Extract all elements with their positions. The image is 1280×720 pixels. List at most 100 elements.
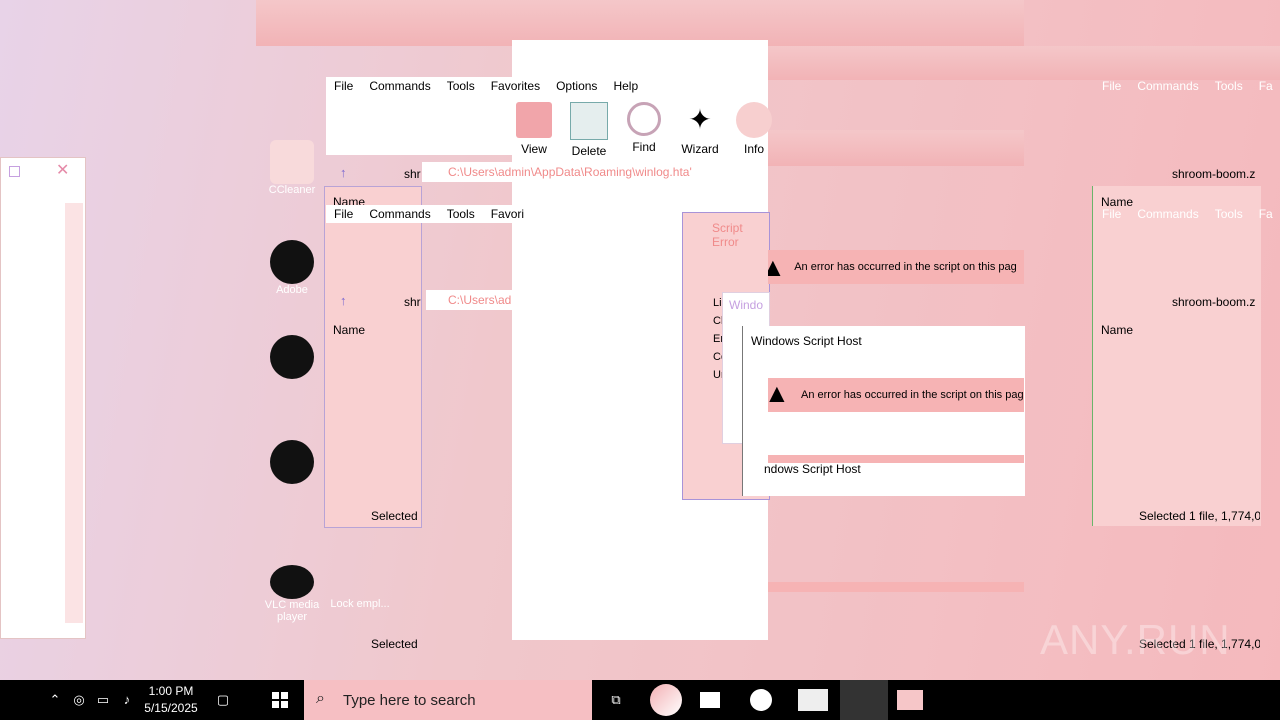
scrollbar[interactable] xyxy=(65,203,83,623)
menu-help[interactable]: Help xyxy=(605,77,646,95)
menu-file[interactable]: File xyxy=(326,205,361,223)
menu-bar-echo: File Commands Tools Favori xyxy=(326,205,524,223)
desktop-icon-adobe[interactable]: Adobe xyxy=(262,240,322,296)
menu-bar: File Commands Tools Favorites Options He… xyxy=(326,77,768,95)
ethernet-icon[interactable]: ▭ xyxy=(95,692,111,708)
column-name-header[interactable]: Name xyxy=(333,323,365,337)
file-explorer-icon[interactable] xyxy=(700,692,720,708)
menu-tools[interactable]: Tools xyxy=(1207,205,1251,223)
file-name-right: shroom-boom.z xyxy=(1172,295,1256,309)
clock[interactable]: 1:00 PM 5/15/2025 xyxy=(140,683,202,717)
desktop-icon-app[interactable] xyxy=(262,335,322,379)
chevron-up-icon[interactable]: ⌃ xyxy=(47,692,63,708)
task-view-icon[interactable]: ⧉ xyxy=(608,692,624,708)
desktop-icon-lock[interactable]: Lock empl... xyxy=(330,598,390,610)
windows-logo-icon xyxy=(272,692,288,708)
menu-file[interactable]: File xyxy=(1094,77,1129,95)
status-bar: Selected 1 xyxy=(326,509,420,523)
folder-taskbar-icon[interactable] xyxy=(840,680,888,720)
warning-icon: ▲ xyxy=(764,378,790,408)
desktop-icon-label: VLC media player xyxy=(264,599,320,623)
maximize-icon[interactable] xyxy=(9,166,20,177)
toolbar-info-button[interactable]: Info xyxy=(730,102,778,156)
toolbar-find-button[interactable]: Find xyxy=(620,102,668,154)
menu-favorites[interactable]: Favorites xyxy=(483,77,548,95)
adobe-icon xyxy=(270,240,314,284)
up-folder-icon[interactable]: ↑ xyxy=(340,293,347,308)
address-path: C:\Users\admin\AppData\Roaming\winlog.ht… xyxy=(448,165,692,179)
address-bar[interactable]: C:\Users\admin\AppData\Roaming\winlog.ht… xyxy=(422,162,768,182)
menu-file[interactable]: File xyxy=(1094,205,1129,223)
toolbar-label: View xyxy=(521,142,547,156)
background-tile xyxy=(768,46,1280,80)
status-text: Selected 1 xyxy=(371,509,420,523)
app-icon xyxy=(270,335,314,379)
toolbar-delete-button[interactable]: Delete xyxy=(565,102,613,158)
app-icon[interactable] xyxy=(750,689,772,711)
menu-file[interactable]: File xyxy=(326,77,361,95)
menu-tools[interactable]: Tools xyxy=(1207,77,1251,95)
toolbar-label: Wizard xyxy=(681,142,719,156)
file-name-short: shr xyxy=(404,167,421,181)
menu-favorites[interactable]: Fa xyxy=(1251,205,1280,223)
menu-commands[interactable]: Commands xyxy=(361,205,438,223)
status-bar-right: Selected 1 file, 1,774,08 xyxy=(1094,509,1260,523)
toolbar-wizard-button[interactable]: ✦ Wizard xyxy=(676,102,724,156)
menu-commands[interactable]: Commands xyxy=(1129,77,1206,95)
toolbar-view-button[interactable]: View xyxy=(510,102,558,156)
file-pane-right xyxy=(1092,186,1261,526)
clock-date: 5/15/2025 xyxy=(144,701,198,715)
column-name-header[interactable]: Name xyxy=(1101,323,1133,337)
menu-tools[interactable]: Tools xyxy=(439,77,483,95)
menu-favorites[interactable]: Favori xyxy=(483,205,532,223)
search-box[interactable]: ⌕ Type here to search xyxy=(304,680,592,720)
magnifier-icon xyxy=(627,102,661,136)
file-pane-left xyxy=(324,186,422,528)
error-banner: An error has occurred in the script on t… xyxy=(768,378,1024,412)
dialog-title: Windows Script Host xyxy=(751,334,862,348)
background-tile xyxy=(768,130,1024,166)
volume-icon[interactable]: ♪ xyxy=(119,692,135,708)
notification-icon[interactable]: ▢ xyxy=(215,692,231,708)
status-text: Selected 1 xyxy=(371,637,420,651)
menu-commands[interactable]: Commands xyxy=(361,77,438,95)
archiver-taskbar-icon[interactable] xyxy=(798,689,828,711)
dialog-title: ndows Script Host xyxy=(764,462,861,476)
up-folder-icon[interactable]: ↑ xyxy=(340,165,347,180)
menu-favorites[interactable]: Fa xyxy=(1251,77,1280,95)
app-icon xyxy=(270,440,314,484)
network-icon[interactable]: ◎ xyxy=(71,692,87,708)
info-icon xyxy=(736,102,772,138)
status-text: Selected 1 file, 1,774,08 xyxy=(1139,509,1260,523)
error-message: An error has occurred in the script on t… xyxy=(801,389,1024,401)
vlc-icon xyxy=(270,565,314,599)
start-button[interactable] xyxy=(256,680,304,720)
menu-bar-right-echo: File Commands Tools Fa xyxy=(1094,205,1273,223)
edge-icon[interactable] xyxy=(650,684,682,716)
error-banner: ▲ An error has occurred in the script on… xyxy=(768,250,1024,284)
menu-options[interactable]: Options xyxy=(548,77,605,95)
close-icon[interactable]: ✕ xyxy=(56,160,69,180)
desktop-icon-label: CCleaner xyxy=(268,184,316,196)
file-name-right: shroom-boom.z xyxy=(1172,167,1256,181)
toolbar-label: Delete xyxy=(571,144,607,158)
desktop-icon-vlc[interactable]: VLC media player xyxy=(262,565,322,623)
wand-icon: ✦ xyxy=(688,104,712,135)
field-label: Li xyxy=(713,297,722,309)
left-window-fragment: ✕ xyxy=(0,157,86,639)
file-name-short: shr xyxy=(404,295,421,309)
window-taskbar-icon[interactable] xyxy=(897,690,923,710)
dialog-title: Windo xyxy=(729,298,764,312)
desktop-icon-ccleaner[interactable]: CCleaner xyxy=(262,140,322,196)
error-message: An error has occurred in the script on t… xyxy=(794,261,1017,273)
address-bar-echo[interactable]: C:\Users\ad xyxy=(426,290,512,310)
watermark: ANY.RUN xyxy=(1040,616,1231,663)
desktop-icon-label: Adobe xyxy=(276,284,308,296)
toolbar-label: Find xyxy=(632,140,656,154)
desktop-icon-app[interactable] xyxy=(262,440,322,484)
ccleaner-icon xyxy=(270,140,314,184)
dialog-title: Script Error xyxy=(712,221,743,249)
menu-commands[interactable]: Commands xyxy=(1129,205,1206,223)
menu-tools[interactable]: Tools xyxy=(439,205,483,223)
status-bar-echo: Selected 1 xyxy=(326,637,420,651)
